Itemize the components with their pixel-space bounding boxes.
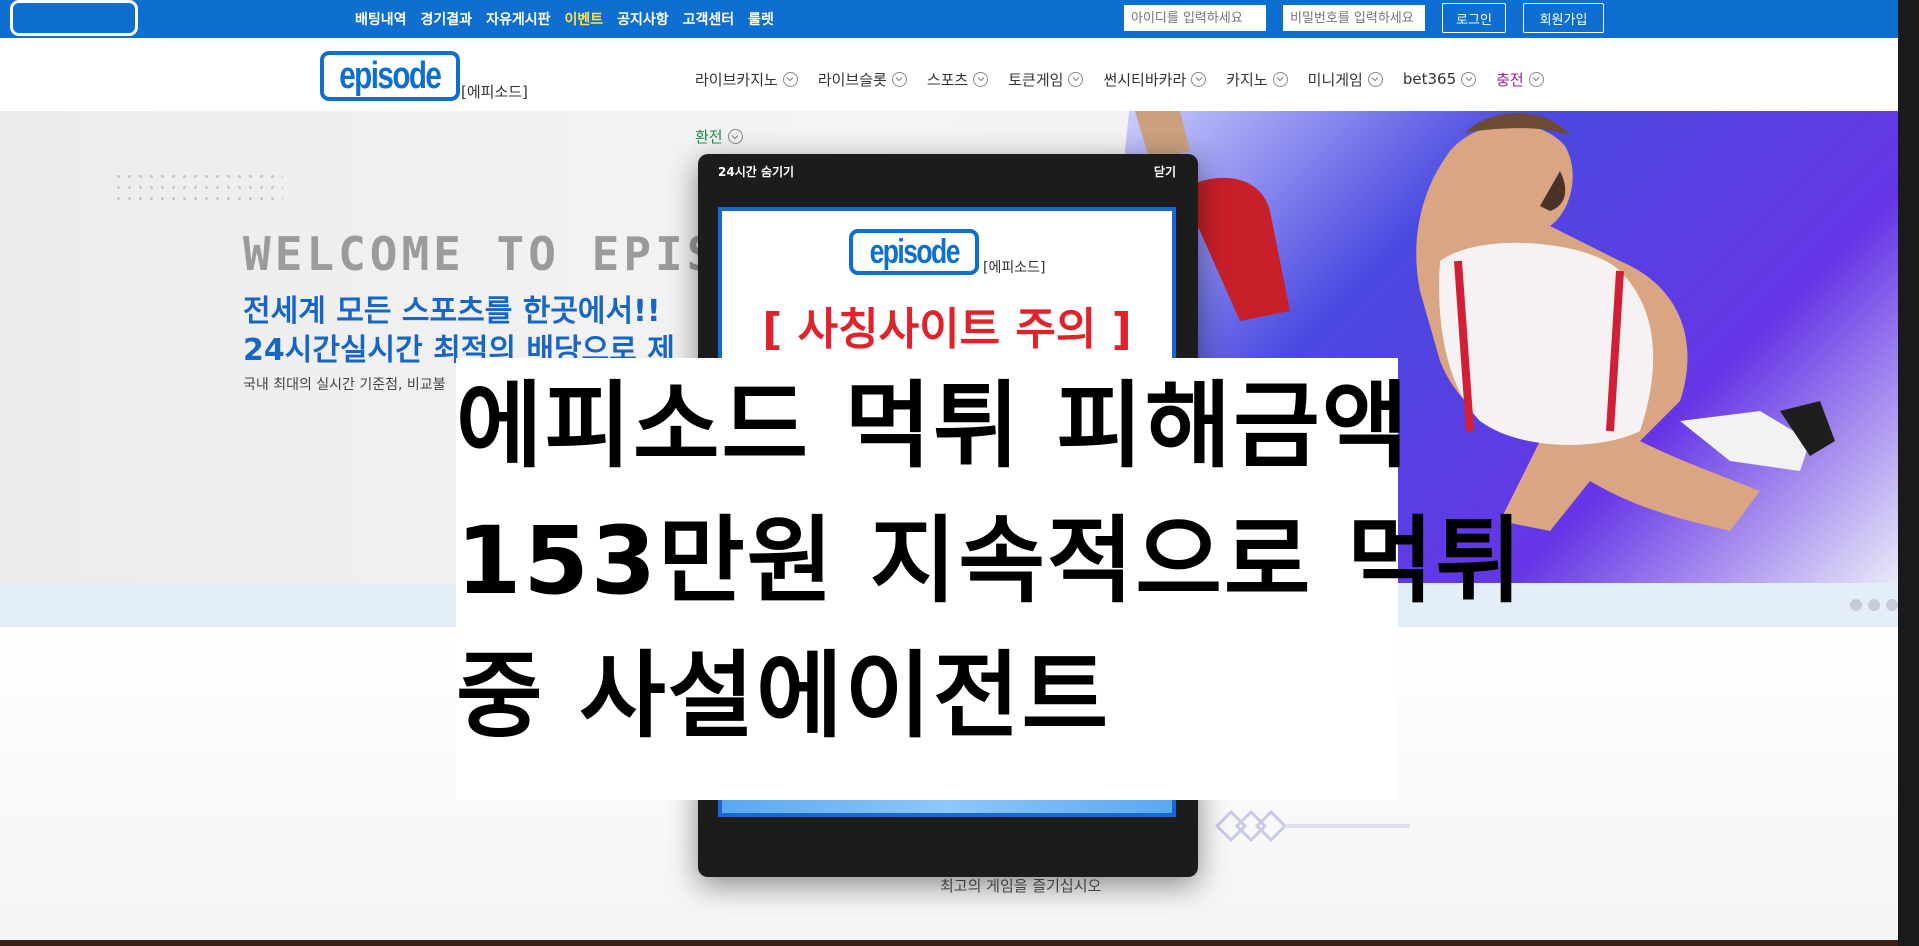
popup-logo: episode — [849, 229, 979, 275]
chevron-down-icon — [1191, 71, 1207, 87]
nav-item-token-game[interactable]: 토큰게임 — [1008, 69, 1084, 90]
top-menu-event[interactable]: 이벤트 — [564, 9, 603, 29]
top-menu-roulette[interactable]: 룰렛 — [748, 9, 774, 29]
nav-item-label: 미니게임 — [1307, 70, 1363, 89]
site-page: 배팅내역 경기결과 자유게시판 이벤트 공지사항 고객센터 룰렛 로그인 회원가… — [0, 0, 1898, 946]
nav-item-sports[interactable]: 스포츠 — [926, 69, 989, 90]
circle-icon[interactable] — [1850, 599, 1862, 611]
hide-24h-button[interactable]: 24시간 숨기기 — [718, 163, 794, 180]
top-bar: 배팅내역 경기결과 자유게시판 이벤트 공지사항 고객센터 룰렛 로그인 회원가… — [0, 0, 1898, 38]
hero-headline-1: 전세계 모든 스포츠를 한곳에서!! — [243, 294, 661, 329]
popup-logo-subtitle: [에피소드] — [983, 260, 1046, 276]
nav-item-suncity-baccarat[interactable]: 썬시티바카라 — [1103, 69, 1207, 90]
popup-close-button[interactable]: 닫기 — [1154, 163, 1176, 180]
logo-subtitle: [에피소드] — [461, 83, 528, 101]
nav-item-casino[interactable]: 카지노 — [1226, 69, 1288, 90]
window-edge-strip — [1898, 0, 1919, 946]
nav-item-label: 스포츠 — [926, 70, 969, 89]
circle-icon[interactable] — [1886, 599, 1898, 611]
nav-item-bet365[interactable]: bet365 — [1402, 70, 1477, 88]
top-logo-frame[interactable] — [10, 0, 138, 36]
band-icon-group — [1850, 599, 1898, 611]
popup-logo-text: episode — [869, 233, 960, 271]
chevron-down-icon — [973, 71, 989, 87]
top-menu-notice[interactable]: 공지사항 — [617, 9, 669, 29]
top-menu-support[interactable]: 고객센터 — [683, 9, 735, 29]
nav-item-exchange[interactable]: 환전 — [695, 126, 743, 147]
top-menu-results[interactable]: 경기결과 — [421, 9, 473, 29]
username-input[interactable] — [1124, 5, 1266, 31]
nav-item-label: 카지노 — [1226, 70, 1268, 89]
signup-button[interactable]: 회원가입 — [1523, 3, 1604, 33]
overlay-line-1: 에피소드 먹튀 피해금액 — [456, 372, 1411, 481]
login-button[interactable]: 로그인 — [1442, 3, 1506, 33]
diamond-chain-icon — [1214, 809, 1410, 843]
circle-icon[interactable] — [1868, 599, 1880, 611]
chevron-down-icon — [1461, 71, 1477, 87]
nav-item-label: bet365 — [1402, 70, 1457, 88]
top-menu: 배팅내역 경기결과 자유게시판 이벤트 공지사항 고객센터 룰렛 — [355, 0, 788, 38]
nav-item-label: 썬시티바카라 — [1103, 70, 1187, 89]
nav-item-label: 토큰게임 — [1008, 70, 1064, 89]
chevron-down-icon — [1068, 71, 1084, 87]
nav-menu: 라이브카지노 라이브슬롯 스포츠 토큰게임 썬시티바카라 카지노 미니게임 be… — [695, 66, 1564, 92]
hero-dot-pattern — [113, 171, 283, 205]
nav-item-label: 환전 — [695, 128, 723, 146]
nav-item-label: 충전 — [1496, 70, 1524, 89]
nav-item-charge[interactable]: 충전 — [1496, 69, 1544, 90]
overlay-line-2: 153만원 지속적으로 먹튀 — [456, 507, 1524, 616]
top-menu-free-board[interactable]: 자유게시판 — [486, 9, 550, 29]
overlay-line-3: 중 사설에이전트 — [456, 642, 1111, 751]
nav-item-live-slot[interactable]: 라이브슬롯 — [818, 69, 907, 90]
nav-item-label: 라이브슬롯 — [817, 70, 887, 89]
chevron-down-icon — [782, 71, 798, 87]
nav-item-mini-game[interactable]: 미니게임 — [1308, 69, 1383, 90]
chevron-down-icon — [1528, 71, 1544, 87]
footer-caption: 최고의 게임을 즐기십시오 — [940, 877, 1102, 895]
chevron-down-icon — [727, 129, 743, 144]
nav-item-live-casino[interactable]: 라이브카지노 — [695, 69, 798, 90]
top-menu-betting-history[interactable]: 배팅내역 — [355, 9, 407, 29]
chevron-down-icon — [1272, 71, 1288, 87]
hero-welcome-title: WELCOME TO EPISO — [243, 227, 751, 281]
nav-item-label: 라이브카지노 — [695, 70, 778, 89]
password-input[interactable] — [1283, 5, 1425, 31]
bottom-strip — [0, 940, 1898, 946]
scam-warning-overlay: 에피소드 먹튀 피해금액 153만원 지속적으로 먹튀 중 사설에이전트 — [456, 358, 1522, 800]
chevron-down-icon — [1367, 71, 1383, 87]
logo-text: episode — [339, 55, 442, 97]
chevron-down-icon — [891, 71, 907, 87]
popup-warning-title: [ 사칭사이트 주의 ] — [762, 304, 1132, 355]
hero-subtext: 국내 최대의 실시간 기준점, 비교불 — [243, 377, 446, 393]
site-logo[interactable]: episode — [320, 51, 460, 101]
